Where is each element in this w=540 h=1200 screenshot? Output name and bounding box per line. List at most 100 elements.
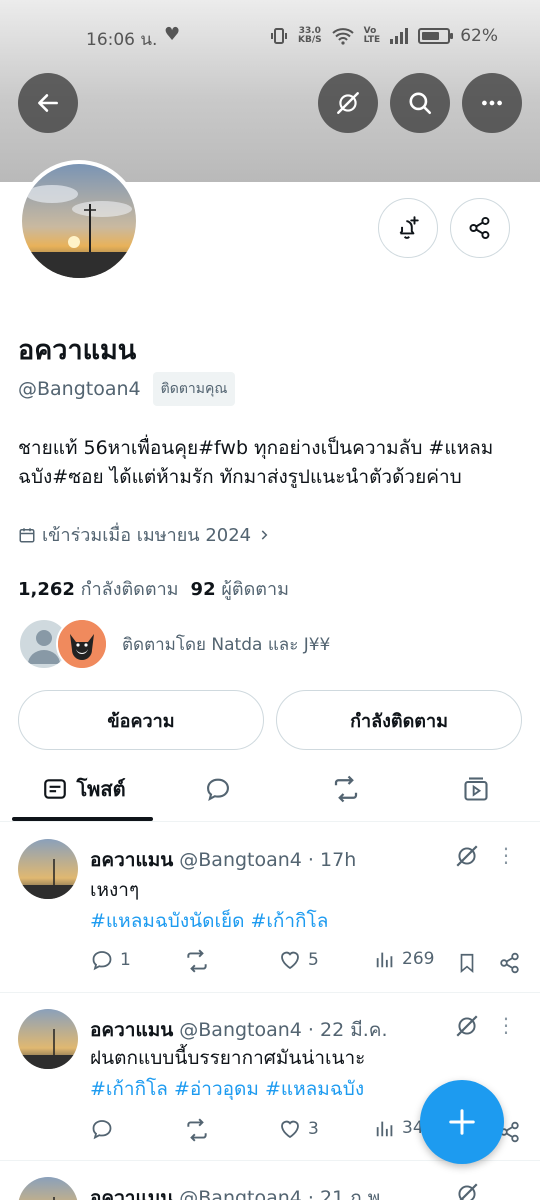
follows-you-badge: ติดตามคุณ (152, 372, 236, 406)
follow-stats: 1,262 กำลังติดตาม 92 ผู้ติดตาม (18, 574, 289, 603)
share-icon (469, 216, 490, 240)
like-count: 5 (308, 950, 319, 970)
more-button[interactable] (462, 73, 522, 133)
vibrate-icon (271, 28, 288, 44)
post-text: ฝนตกแบบนี้บรรยากาศมันน่าเนาะ (90, 1047, 366, 1069)
followed-by-text: ติดตามโดย Natda และ J¥¥ (122, 634, 331, 655)
replies-tab-icon (207, 778, 229, 801)
followers-stat[interactable]: 92 ผู้ติดตาม (191, 574, 289, 603)
tab-media[interactable] (446, 758, 506, 820)
grok-button[interactable] (318, 73, 378, 133)
post-item[interactable]: อควาแมน @Bangtoan4 · 17h ⋮ เหงาๆ #แหลมฉบ… (0, 823, 540, 993)
volte-indicator: Vo LTE (364, 27, 381, 45)
views-icon (376, 1121, 393, 1137)
repost-icon (187, 1118, 207, 1142)
tab-reposts[interactable] (316, 758, 376, 820)
active-tab-indicator (12, 817, 153, 821)
view-count: 269 (402, 949, 435, 969)
post-body: เหงาๆ #แหลมฉบังนัดเย็ด #เก้ากิโล (90, 875, 328, 937)
following-button[interactable]: กำลังติดตาม (276, 690, 522, 750)
following-stat[interactable]: 1,262 กำลังติดตาม (18, 574, 179, 603)
post-menu-icon[interactable]: ⋮ (496, 1015, 516, 1035)
grok-icon[interactable] (454, 843, 480, 869)
following-label: กำลังติดตาม (80, 579, 179, 600)
media-tab-icon (464, 777, 488, 801)
plus-icon (449, 1109, 475, 1135)
tab-replies[interactable] (188, 758, 248, 820)
post-author-name[interactable]: อควาแมน (90, 1187, 173, 1200)
post-meta: @Bangtoan4 · 22 มี.ค. (179, 1019, 388, 1041)
profile-bio: ชายแท้ 56หาเพื่อนคุย#fwb ทุกอย่างเป็นควา… (18, 437, 494, 488)
post-menu-icon[interactable]: ⋮ (496, 845, 516, 865)
status-bar: 16:06 น. ♥ 33.0 KB/S Vo LTE 62% (0, 18, 540, 54)
grok-icon (337, 92, 359, 114)
profile-name: อควาแมน (18, 335, 137, 366)
message-button[interactable]: ข้อความ (18, 690, 264, 750)
profile-avatar[interactable] (18, 160, 140, 282)
volte-bottom: LTE (363, 35, 381, 45)
search-icon (409, 92, 432, 115)
like-button[interactable]: 5 (278, 948, 319, 972)
compose-button[interactable] (420, 1080, 504, 1164)
repost-icon (187, 949, 207, 973)
bookmark-icon[interactable] (456, 951, 478, 975)
net-speed: 33.0 KB/S (298, 27, 322, 45)
like-button[interactable]: 3 (278, 1117, 319, 1141)
grok-icon[interactable] (454, 1013, 480, 1039)
share-icon[interactable] (498, 951, 522, 975)
repost-button[interactable] (184, 1117, 216, 1143)
joined-date[interactable]: เข้าร่วมเมื่อ เมษายน 2024 (18, 520, 271, 549)
reposts-tab-icon (334, 775, 358, 803)
search-button[interactable] (390, 73, 450, 133)
handle-row: @Bangtoan4 ติดตามคุณ (18, 372, 236, 406)
views-icon (376, 952, 393, 968)
views-button[interactable]: 269 (374, 948, 434, 970)
followers-label: ผู้ติดตาม (221, 579, 289, 600)
sunset-photo (22, 164, 136, 278)
post-avatar[interactable] (18, 1177, 78, 1200)
post-item[interactable]: อควาแมน @Bangtoan4 · 21 ก.พ. (0, 1161, 540, 1200)
post-avatar[interactable] (18, 1009, 78, 1069)
post-meta: @Bangtoan4 · 17h (179, 849, 357, 871)
wifi-icon (331, 28, 354, 45)
status-time: 16:06 น. (86, 30, 158, 50)
share-profile-button[interactable] (450, 198, 510, 258)
followed-by-row[interactable]: ติดตามโดย Natda และ J¥¥ (18, 618, 330, 670)
post-author-name[interactable]: อควาแมน (90, 1019, 173, 1041)
reply-icon (92, 1120, 112, 1140)
joined-text: เข้าร่วมเมื่อ เมษายน 2024 (42, 525, 252, 546)
post-avatar[interactable] (18, 839, 78, 899)
heart-icon: ♥ (164, 24, 181, 45)
profile-tabs: โพสต์ (0, 758, 540, 822)
signal-icon (390, 28, 409, 44)
like-icon (281, 1120, 299, 1139)
reply-count: 1 (120, 950, 131, 970)
back-button[interactable] (18, 73, 78, 133)
tab-posts-label: โพสต์ (76, 777, 126, 801)
battery-level: 62% (460, 26, 498, 46)
like-icon (281, 951, 299, 970)
reply-button[interactable]: 1 (90, 948, 131, 972)
profile-handle: @Bangtoan4 (18, 378, 141, 400)
following-count: 1,262 (18, 579, 75, 600)
reply-button[interactable] (90, 1117, 120, 1141)
post-author-name[interactable]: อควาแมน (90, 849, 173, 871)
posts-tab-icon (44, 779, 67, 799)
repost-button[interactable] (184, 948, 216, 974)
grok-icon[interactable] (454, 1181, 480, 1200)
back-arrow-icon (38, 94, 58, 112)
more-icon (482, 100, 502, 106)
post-header: อควาแมน @Bangtoan4 · 22 มี.ค. (90, 1015, 388, 1045)
follower-avatar-2 (56, 618, 108, 670)
post-hashtags[interactable]: #เก้ากิโล #อ่าวอุดม #แหลมฉบัง (90, 1074, 365, 1105)
views-button[interactable]: 34 (374, 1117, 424, 1139)
calendar-icon (19, 527, 35, 542)
notify-button[interactable] (378, 198, 438, 258)
bell-plus-icon (399, 216, 419, 239)
post-actions: 1 5 269 (90, 948, 524, 978)
post-hashtags[interactable]: #แหลมฉบังนัดเย็ด #เก้ากิโล (90, 906, 328, 937)
followers-count: 92 (190, 579, 216, 600)
tab-posts[interactable]: โพสต์ (14, 758, 154, 820)
reply-icon (92, 951, 112, 971)
battery-icon (418, 28, 454, 44)
